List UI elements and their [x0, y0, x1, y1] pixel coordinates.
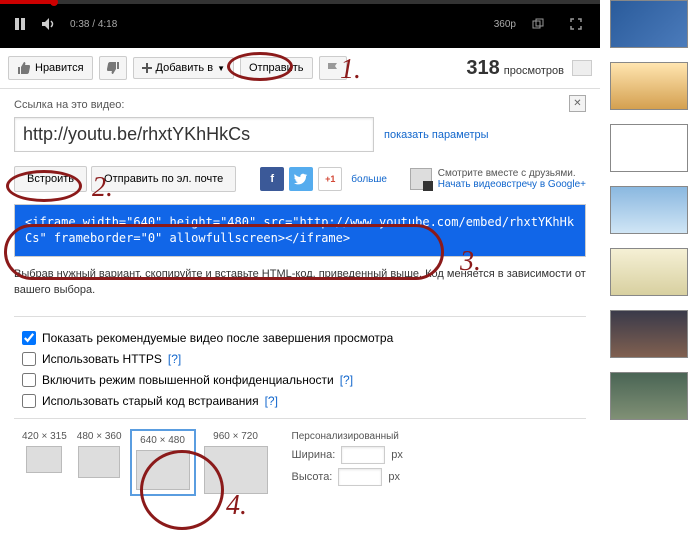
hangout-link[interactable]: Начать видеовстречу в Google+ [438, 179, 586, 190]
opt-privacy[interactable]: Включить режим повышенной конфиденциальн… [22, 373, 586, 387]
related-thumb[interactable] [610, 248, 688, 296]
pause-button[interactable] [8, 12, 32, 36]
more-social-link[interactable]: больше [351, 174, 387, 185]
help-icon[interactable]: [?] [168, 352, 181, 366]
related-thumb[interactable] [610, 372, 688, 420]
dislike-button[interactable] [99, 56, 127, 80]
size-480x360[interactable]: 480 × 360 [77, 431, 122, 478]
close-button[interactable]: ✕ [569, 95, 586, 112]
view-count: 318 просмотров [466, 57, 564, 80]
share-panel: ✕ Ссылка на это видео: показать параметр… [0, 89, 600, 516]
help-icon[interactable]: [?] [265, 394, 278, 408]
flag-button[interactable] [319, 56, 347, 80]
add-to-button[interactable]: Добавить в ▼ [133, 57, 234, 79]
embed-code-box[interactable]: <iframe width="640" height="480" src="ht… [14, 204, 586, 257]
custom-label: Персонализированный [292, 431, 403, 442]
share-button[interactable]: Отправить [240, 57, 313, 79]
size-640x480[interactable]: 640 × 480 [132, 431, 194, 494]
help-icon[interactable]: [?] [340, 373, 353, 387]
width-input[interactable] [341, 446, 385, 464]
chevron-down-icon: ▼ [217, 64, 225, 73]
action-bar: Нравится Добавить в ▼ Отправить 318 прос… [0, 48, 600, 89]
like-label: Нравится [35, 62, 84, 74]
embed-hint: Выбрав нужный вариант, скопируйте и вста… [14, 267, 586, 298]
custom-size: Персонализированный Ширина:px Высота:px [292, 431, 403, 486]
add-label: Добавить в [156, 62, 214, 74]
opt-oldcode[interactable]: Использовать старый код встраивания [?] [22, 394, 586, 408]
stats-button[interactable] [572, 60, 592, 76]
quality-label[interactable]: 360p [494, 19, 516, 30]
opt-https[interactable]: Использовать HTTPS [?] [22, 352, 586, 366]
progress-bar[interactable] [0, 0, 600, 4]
show-params-link[interactable]: показать параметры [384, 129, 489, 141]
facebook-icon[interactable]: f [260, 167, 284, 191]
related-thumb[interactable] [610, 0, 688, 48]
size-420x315[interactable]: 420 × 315 [22, 431, 67, 473]
video-url-input[interactable] [14, 117, 374, 152]
hangout-text: Смотрите вместе с друзьями. [438, 168, 586, 179]
volume-button[interactable] [36, 12, 60, 36]
opt-recommend[interactable]: Показать рекомендуемые видео после завер… [22, 331, 586, 345]
related-thumb[interactable] [610, 186, 688, 234]
popout-icon[interactable] [526, 12, 550, 36]
like-button[interactable]: Нравится [8, 56, 93, 80]
player-time: 0:38 / 4:18 [70, 19, 117, 30]
related-thumb[interactable] [610, 124, 688, 172]
google-plus-icon[interactable]: +1 [318, 167, 342, 191]
url-label: Ссылка на это видео: [14, 99, 586, 111]
email-tab[interactable]: Отправить по эл. почте [91, 166, 236, 192]
embed-tab[interactable]: Встроить [14, 166, 87, 192]
related-thumb[interactable] [610, 310, 688, 358]
fullscreen-icon[interactable] [564, 12, 588, 36]
related-thumb[interactable] [610, 62, 688, 110]
twitter-icon[interactable] [289, 167, 313, 191]
hangout-icon[interactable] [410, 168, 432, 190]
video-player[interactable]: 0:38 / 4:18 360p [0, 0, 600, 48]
related-videos [600, 0, 688, 516]
height-input[interactable] [338, 468, 382, 486]
size-960x720[interactable]: 960 × 720 [204, 431, 268, 494]
